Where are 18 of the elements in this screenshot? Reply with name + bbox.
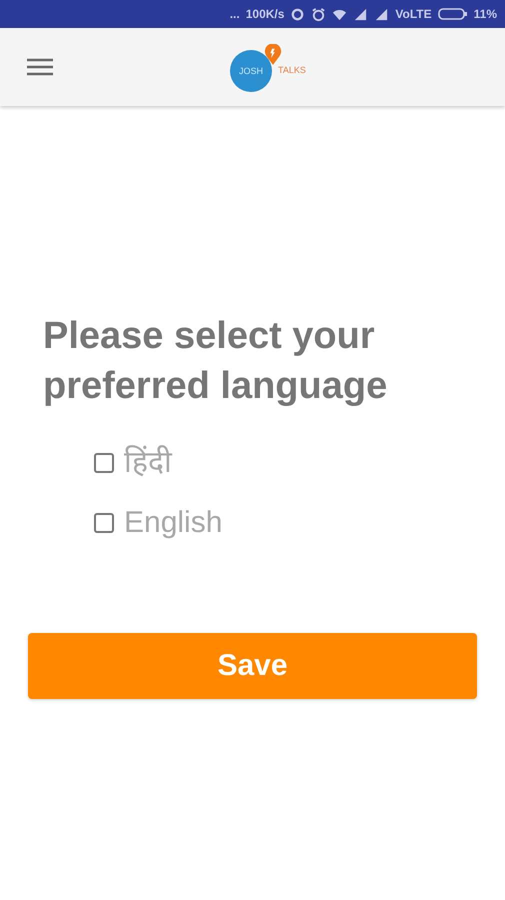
- logo-text: JOSH: [238, 66, 263, 76]
- pin-icon: [264, 44, 282, 66]
- option-label: हिंदी: [124, 444, 172, 481]
- menu-icon[interactable]: [26, 57, 54, 77]
- network-type: VoLTE: [395, 7, 432, 21]
- network-speed: 100K/s: [246, 7, 284, 21]
- signal-icon: [353, 6, 368, 22]
- battery-percent: 11%: [474, 7, 497, 21]
- signal-icon: [374, 6, 390, 22]
- status-dots: ...: [230, 7, 240, 21]
- checkbox[interactable]: [94, 453, 114, 473]
- logo-text: TALKS: [278, 65, 306, 75]
- save-button[interactable]: Save: [28, 633, 477, 699]
- checkbox[interactable]: [94, 513, 114, 533]
- page-title: Please select your preferred language: [43, 314, 388, 409]
- alarm-icon: [311, 6, 326, 22]
- battery-icon: [438, 7, 468, 21]
- option-label: English: [124, 505, 222, 541]
